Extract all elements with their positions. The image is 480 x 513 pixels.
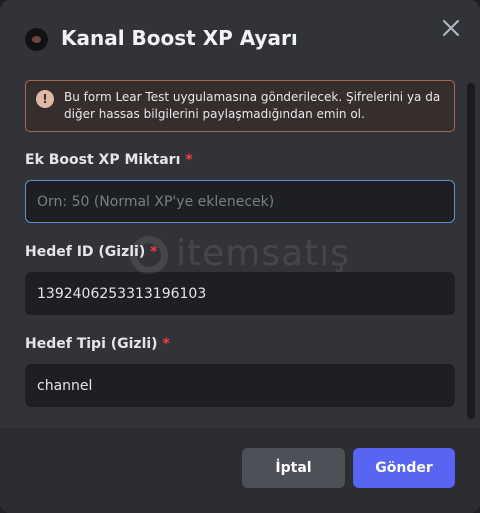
modal-dialog: Kanal Boost XP Ayarı ! Bu form Lear Test…	[0, 0, 480, 513]
target-id-value: 1392406253313196103	[37, 285, 207, 302]
boost-xp-field[interactable]	[25, 180, 455, 223]
warning-notice: ! Bu form Lear Test uygulamasına gönderi…	[25, 80, 455, 132]
cancel-button[interactable]: İptal	[242, 448, 345, 488]
scrollbar-thumb[interactable]	[467, 83, 475, 419]
target-id-label: Hedef ID (Gizli) *	[25, 244, 158, 260]
notice-text: Bu form Lear Test uygulamasına gönderile…	[64, 90, 441, 121]
warning-exclamation-icon: !	[36, 90, 54, 108]
modal-footer: İptal Gönder	[0, 428, 480, 513]
target-type-label: Hedef Tipi (Gizli) *	[25, 336, 170, 352]
submit-button[interactable]: Gönder	[353, 448, 455, 488]
required-mark: *	[185, 152, 193, 168]
close-button[interactable]	[437, 14, 465, 42]
required-mark: *	[150, 244, 158, 260]
boost-xp-label: Ek Boost XP Miktarı *	[25, 152, 193, 168]
target-type-field[interactable]: channel	[25, 364, 455, 407]
target-type-value: channel	[37, 377, 93, 394]
boost-xp-input[interactable]	[37, 193, 443, 210]
target-id-field[interactable]: 1392406253313196103	[25, 272, 455, 315]
scrollbar[interactable]	[467, 83, 475, 419]
modal-title: Kanal Boost XP Ayarı	[61, 26, 298, 50]
modal-header: Kanal Boost XP Ayarı	[0, 0, 480, 80]
required-mark: *	[162, 336, 170, 352]
app-avatar	[25, 28, 48, 51]
modal-body: ! Bu form Lear Test uygulamasına gönderi…	[0, 80, 480, 418]
close-icon	[443, 20, 459, 36]
